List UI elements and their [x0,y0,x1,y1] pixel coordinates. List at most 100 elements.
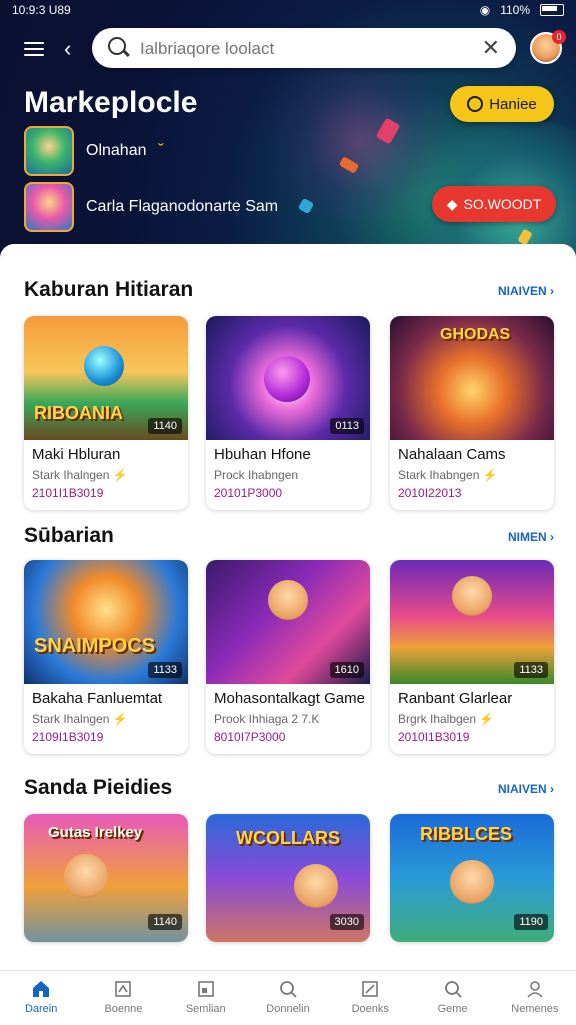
card-subtitle: Stark Ihalngen ⚡ [32,712,128,726]
image-label: WCOLLARS [236,828,340,848]
menu-icon[interactable] [24,42,44,56]
section-more-link[interactable]: NIAIVEN › [498,284,554,298]
game-card[interactable]: WCOLLARS 3030 [206,814,370,942]
card-subtitle: Prook Ihhiaga 2 7.K [214,712,320,726]
game-card[interactable]: RIBBLCES 1190 [390,814,554,942]
nav-item-home[interactable]: Darein [0,971,82,1025]
bolt-icon: ⚡ [112,468,128,482]
card-date: 2010I1B3019 [398,730,470,744]
game-image: 1133 [390,560,554,684]
card-subtitle: Brgrk Ihalbgen ⚡ [398,712,495,726]
hero-row-1[interactable]: Olnahan ˘ [24,126,164,176]
game-thumbnail [24,182,74,232]
nav-label: Donnelin [266,1003,310,1015]
card-title: Nahalaan Cams [398,446,506,463]
home-icon [33,981,50,997]
section-more-link[interactable]: NIMEN › [508,530,554,544]
avatar[interactable]: 0 [530,30,566,64]
hero-red-label: SO.WOODT [463,196,542,212]
game-thumbnail [24,126,74,176]
puzzle-icon [115,981,132,997]
card-title: Ranbant Glarlear [398,690,513,707]
nav-label: Darein [24,1003,58,1015]
duration-badge: 1140 [148,418,182,434]
nav-item-explore[interactable]: Geme [411,971,493,1025]
image-label: RIBBLCES [420,824,513,844]
nav-item-puzzle[interactable]: Boenne [82,971,164,1025]
section-title: Kaburan Hitiaran [24,278,194,301]
image-icon [197,981,214,997]
card-date: 2101I1B3019 [32,486,104,500]
search-icon [280,981,297,998]
tag-icon [362,981,379,997]
duration-badge: 1190 [514,914,548,930]
decor-orb [264,356,310,402]
hero-action-label: Haniee [489,95,537,113]
hero-red-button[interactable]: ◆ SO.WOODT [432,186,556,222]
battery-icon [540,4,564,16]
character-face [294,864,338,908]
search-bar: ✕ [92,28,516,68]
search-icon [108,37,126,55]
close-icon[interactable]: ✕ [482,35,500,61]
game-image: RIBOANIA 1140 [24,316,188,440]
notification-badge: 0 [552,30,566,44]
hero-row-2-label: Carla Flaganodonarte Sam [86,198,279,215]
game-card[interactable]: Gutas Irelkey 1140 [24,814,188,942]
card-subtitle: Stark Ihalngen ⚡ [32,468,128,482]
content-sheet: Kaburan Hitiaran NIAIVEN › RIBOANIA 1140… [0,244,576,974]
image-label: RIBOANIA [34,403,123,423]
nav-item-search[interactable]: Donnelin [247,971,329,1025]
hero-row-2[interactable]: Carla Flaganodonarte Sam [24,182,278,232]
page-title: Markeplocle [24,86,198,119]
section-title: Sanda Pieidies [24,776,173,799]
card-title: Hbuhan Hfone [214,446,311,463]
nav-item-images[interactable]: Semlian [165,971,247,1025]
image-label: GHODAS [440,326,511,343]
duration-badge: 1610 [329,662,364,678]
card-date: 20101P3000 [214,486,283,500]
game-image: WCOLLARS 3030 [206,814,370,942]
game-card[interactable]: 0113 Hbuhan Hfone Prock Ihabngen 20101P3… [206,316,370,510]
card-title: Maki Hbluran [32,446,121,463]
game-card[interactable]: SNAIMPOCS 1133 Bakaha Fanluemtat Stark I… [24,560,188,754]
game-card[interactable]: RIBOANIA 1140 Maki Hbluran Stark Ihalnge… [24,316,188,510]
duration-badge: 0113 [330,418,364,434]
card-date: 2010I22013 [398,486,462,500]
image-label: SNAIMPOCS [34,635,156,657]
pin-icon [467,96,484,112]
bolt-icon: ⚡ [479,712,495,726]
status-bar: 10:9:3 U89 ◉ 110% [0,0,576,22]
person-icon [527,981,543,998]
game-card[interactable]: 1610 Mohasontalkagt Game Prook Ihhiaga 2… [206,560,370,754]
section-title: Sūbarian [24,524,114,547]
game-image: SNAIMPOCS 1133 [24,560,188,684]
card-title: Bakaha Fanluemtat [32,690,163,707]
section-more-link[interactable]: NIAIVEN › [498,782,554,796]
game-image: 1610 [206,560,370,684]
nav-item-tags[interactable]: Doenks [329,971,411,1025]
bolt-icon: ⚡ [112,712,128,726]
wifi-icon: ◉ [479,3,491,17]
nav-item-profile[interactable]: Nemenes [494,971,576,1025]
bolt-icon: ⚡ [482,468,498,482]
search-icon [444,981,462,998]
decor-orb [84,346,124,386]
back-arrow-icon[interactable]: ‹ [64,36,71,62]
game-card[interactable]: 1133 Ranbant Glarlear Brgrk Ihalbgen ⚡ 2… [390,560,554,754]
hero-action-button[interactable]: Haniee [450,86,554,122]
game-image: 0113 [206,316,370,440]
duration-badge: 3030 [329,914,364,930]
nav-label: Nemenes [511,1003,559,1015]
hero-row-1-suffix: ˘ [158,142,164,159]
card-date: 8010I7P3000 [214,730,286,744]
duration-badge: 1133 [514,662,548,678]
game-card[interactable]: GHODAS Nahalaan Cams Stark Ihabngen ⚡ 20… [390,316,554,510]
image-label: Gutas Irelkey [48,824,143,841]
status-time: 10:9:3 U89 [12,3,71,17]
diamond-icon: ◆ [446,195,458,212]
search-input[interactable] [138,34,462,64]
character-face [452,576,492,616]
card-date: 2109I1B3019 [32,730,104,744]
duration-badge: 1133 [148,662,182,678]
